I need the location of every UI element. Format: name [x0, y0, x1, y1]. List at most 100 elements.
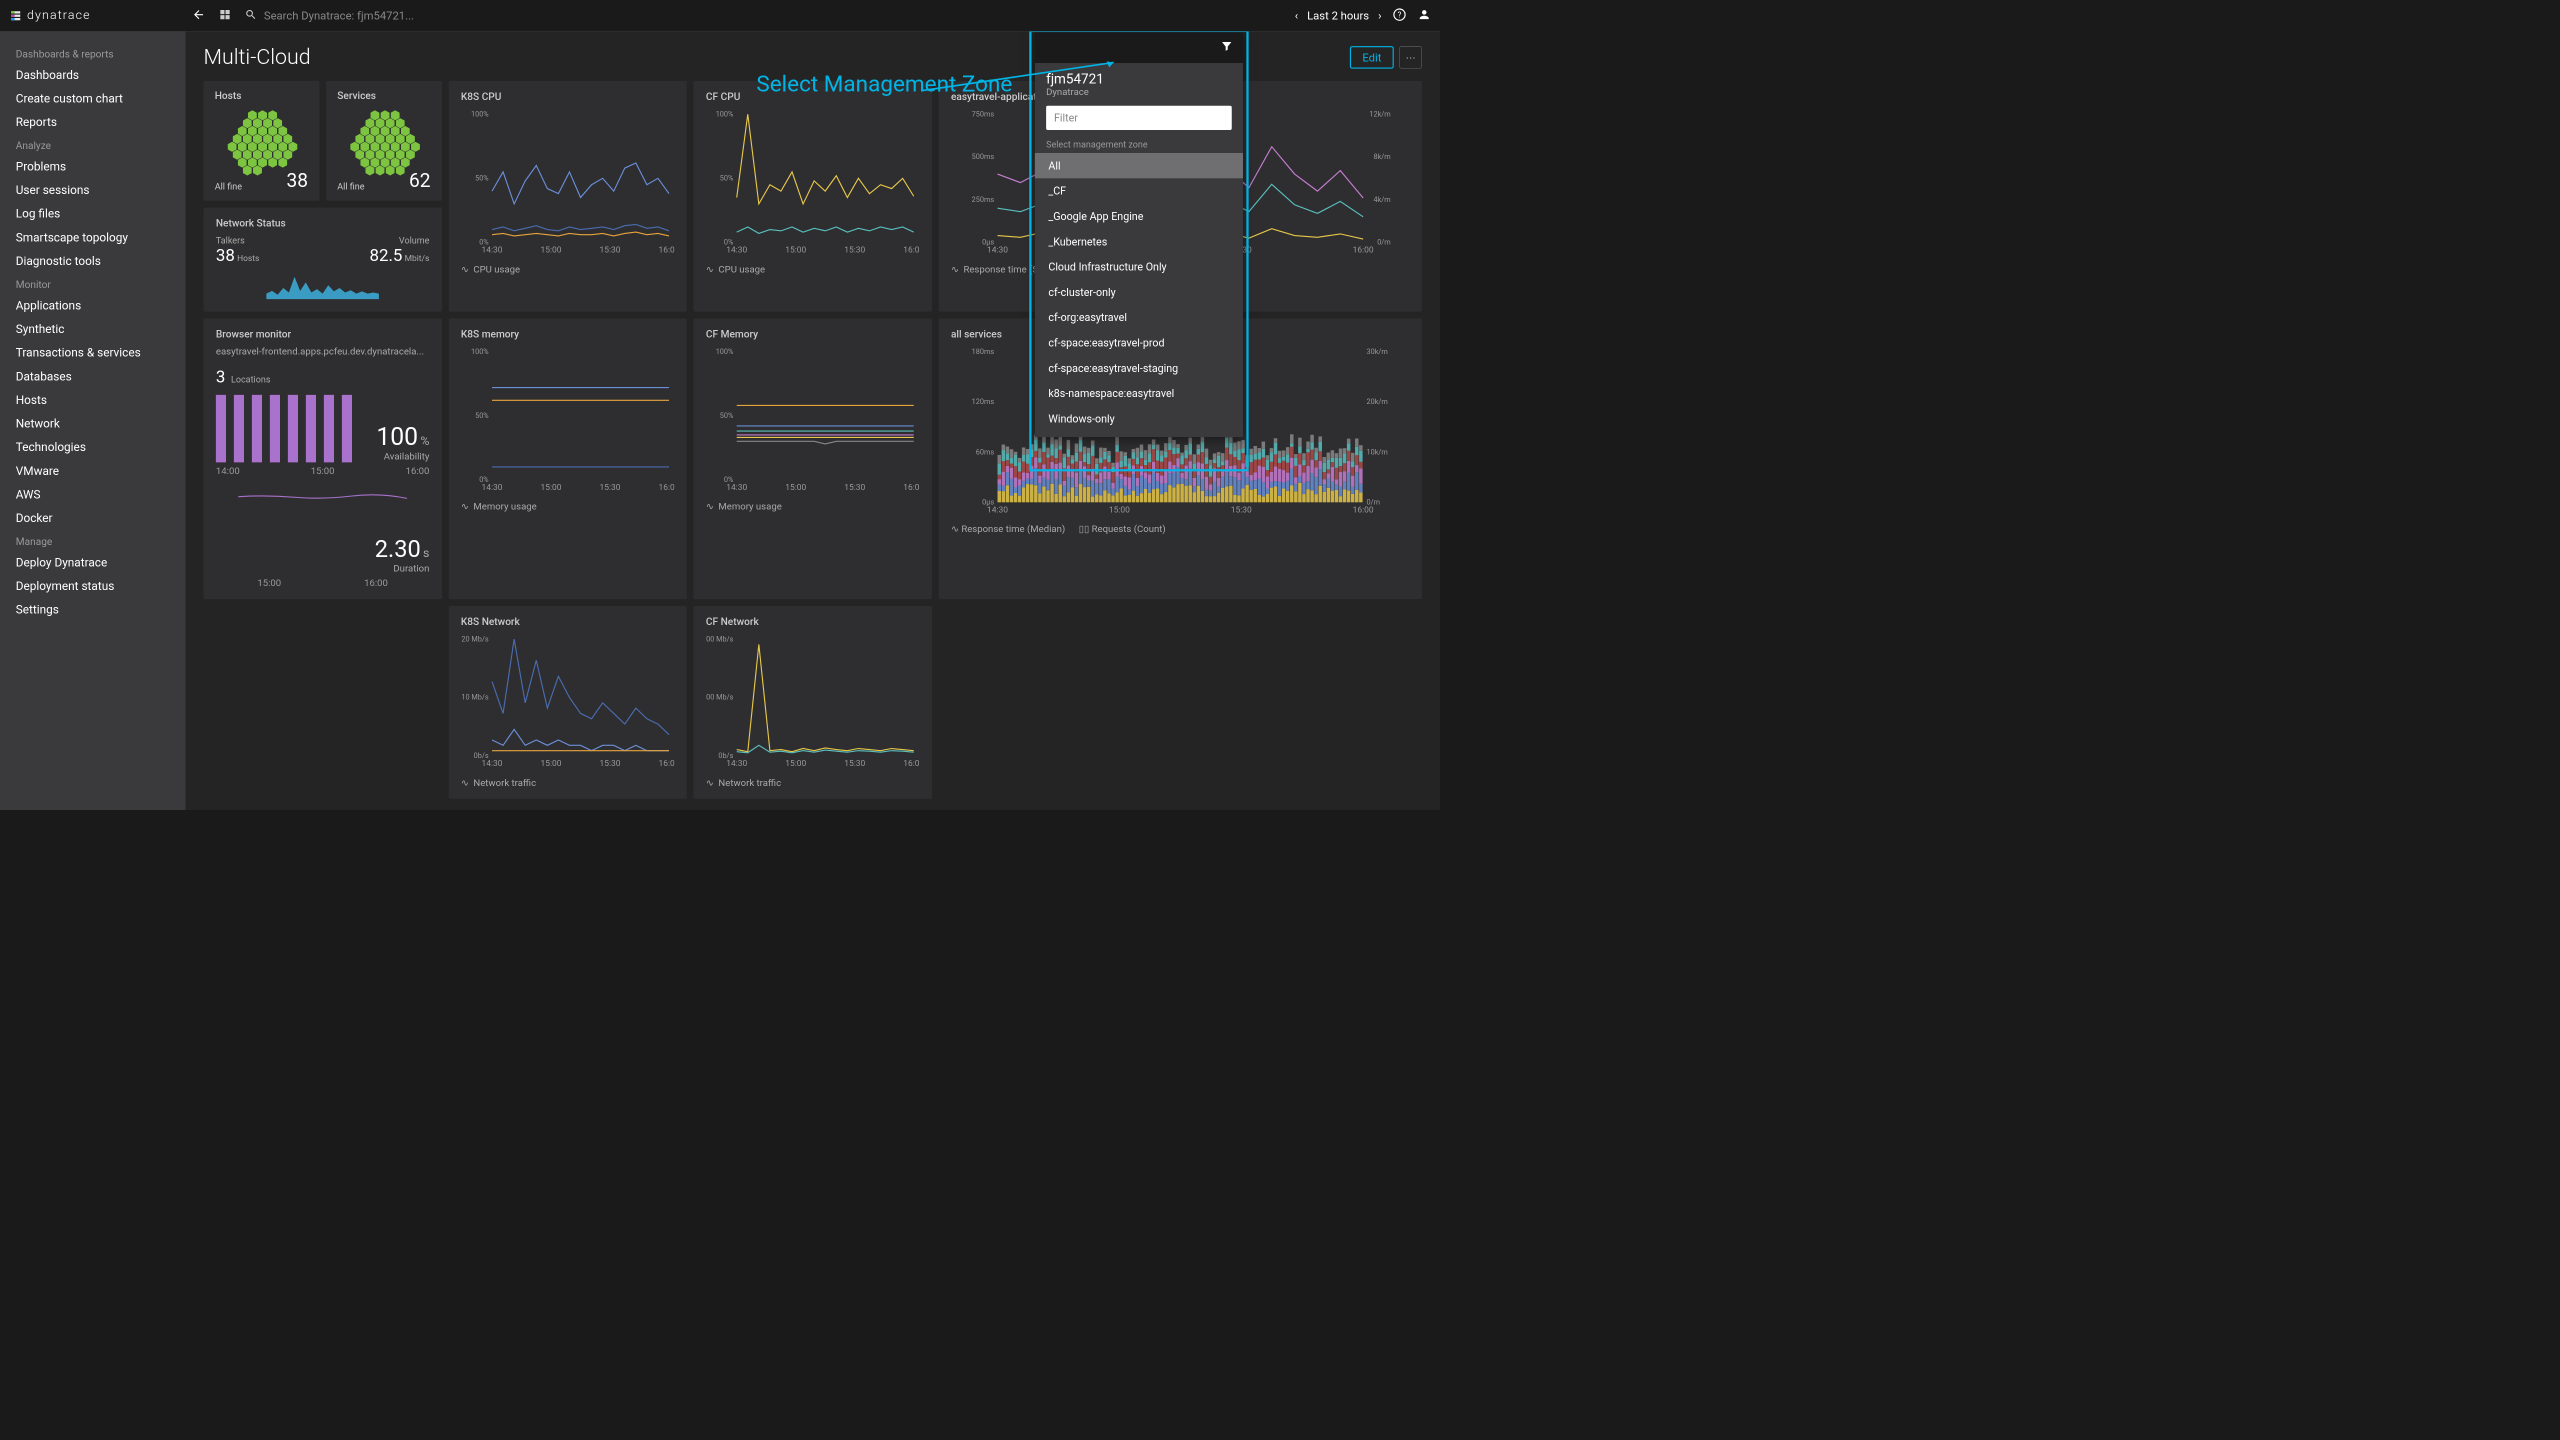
svg-text:15:30: 15:30	[599, 245, 620, 254]
hosts-status: All fine	[215, 181, 242, 192]
time-prev-icon[interactable]: ‹	[1295, 9, 1298, 23]
edit-button[interactable]: Edit	[1350, 46, 1394, 69]
svg-text:15:00: 15:00	[540, 483, 561, 492]
svg-text:30k/m: 30k/m	[1367, 347, 1388, 356]
trend-icon: ∿	[951, 264, 959, 275]
tile-hosts-title: Hosts	[215, 90, 308, 102]
mz-item[interactable]: Cloud Infrastructure Only	[1046, 254, 1232, 279]
mz-item[interactable]: cf-cluster-only	[1046, 280, 1232, 305]
svg-text:15:30: 15:30	[844, 245, 865, 254]
nav-item[interactable]: VMware	[0, 460, 186, 484]
nav-item[interactable]: User sessions	[0, 179, 186, 203]
mz-item[interactable]: _CF	[1046, 178, 1232, 203]
mz-item[interactable]: _Google App Engine	[1046, 204, 1232, 229]
network-title: Network Status	[216, 218, 430, 230]
svg-text:8k/m: 8k/m	[1374, 152, 1391, 161]
svg-text:16:00: 16:00	[1353, 505, 1374, 514]
mz-item[interactable]: cf-org:easytravel	[1046, 305, 1232, 330]
tile-cf-cpu[interactable]: CF CPU 0%50%100%14:3015:0015:3016:00 ∿CP…	[694, 81, 932, 312]
tile-network-status[interactable]: Network Status Talkers 38 Hosts Volume 8…	[204, 208, 442, 312]
tile-browser-monitor[interactable]: Browser monitor easytravel-frontend.apps…	[204, 318, 442, 599]
svg-text:15:30: 15:30	[599, 483, 620, 492]
trend-icon: ∿	[461, 777, 469, 788]
svg-text:100%: 100%	[471, 347, 489, 356]
svg-text:100%: 100%	[716, 347, 734, 356]
nav-item[interactable]: Transactions & services	[0, 341, 186, 365]
nav-item[interactable]: Settings	[0, 599, 186, 623]
help-icon[interactable]: ?	[1393, 8, 1407, 24]
chart-k8s-memory: 0%50%100%14:3015:0015:3016:00	[461, 346, 675, 492]
svg-text:500ms: 500ms	[972, 152, 995, 161]
svg-text:16:00: 16:00	[658, 759, 674, 768]
search-input[interactable]	[264, 9, 489, 23]
chart-k8s-cpu: 0%50%100%14:3015:0015:3016:00	[461, 109, 675, 255]
bars-icon: ▯▯	[1079, 524, 1090, 535]
nav-item[interactable]: Log files	[0, 203, 186, 227]
tile-k8s-memory[interactable]: K8S memory 0%50%100%14:3015:0015:3016:00…	[449, 318, 687, 599]
nav-item[interactable]: Deployment status	[0, 575, 186, 599]
mz-item[interactable]: _Kubernetes	[1046, 229, 1232, 254]
search-icon[interactable]	[245, 8, 257, 23]
nav-group-monitor: Monitor	[0, 273, 186, 294]
mz-item[interactable]: Windows-only	[1046, 406, 1232, 431]
nav-group-analyze: Analyze	[0, 134, 186, 155]
nav-item[interactable]: Diagnostic tools	[0, 250, 186, 274]
user-icon[interactable]	[1418, 8, 1432, 24]
talkers-label: Talkers	[216, 235, 260, 246]
nav-item[interactable]: AWS	[0, 483, 186, 507]
chart-cf-memory: 0%50%100%14:3015:0015:3016:00	[706, 346, 920, 492]
svg-text:100%: 100%	[716, 110, 734, 119]
tile-cf-memory[interactable]: CF Memory 0%50%100%14:3015:0015:3016:00 …	[694, 318, 932, 599]
svg-text:16:00: 16:00	[658, 483, 674, 492]
svg-text:20 Mb/s: 20 Mb/s	[461, 634, 488, 643]
chart-cf-network: 0b/s100 Mb/s200 Mb/s14:3015:0015:3016:00	[706, 633, 920, 768]
nav-item[interactable]: Databases	[0, 365, 186, 389]
svg-text:15:30: 15:30	[1231, 505, 1252, 514]
mz-item[interactable]: k8s-namespace:easytravel	[1046, 381, 1232, 406]
nav-item[interactable]: Dashboards	[0, 64, 186, 88]
trend-icon: ∿	[461, 501, 469, 512]
nav-item[interactable]: Applications	[0, 294, 186, 318]
mz-item[interactable]: All	[1035, 153, 1243, 178]
services-count: 62	[409, 169, 430, 192]
nav-item[interactable]: Hosts	[0, 389, 186, 413]
svg-text:100 Mb/s: 100 Mb/s	[706, 693, 734, 702]
svg-text:15:30: 15:30	[844, 483, 865, 492]
nav-item[interactable]: Deploy Dynatrace	[0, 551, 186, 575]
nav-item[interactable]: Docker	[0, 507, 186, 531]
brand-text: dynatrace	[27, 8, 91, 22]
mz-subtitle: Dynatrace	[1046, 87, 1232, 98]
mz-item[interactable]: cf-space:easytravel-staging	[1046, 356, 1232, 381]
tile-hosts[interactable]: Hosts All fine38	[204, 81, 320, 201]
tile-services[interactable]: Services All fine62	[326, 81, 442, 201]
svg-text:15:30: 15:30	[599, 759, 620, 768]
mz-item[interactable]: cf-space:easytravel-prod	[1046, 330, 1232, 355]
back-arrow-icon[interactable]	[192, 8, 206, 24]
nav-item[interactable]: Smartscape topology	[0, 226, 186, 250]
nav-item[interactable]: Reports	[0, 111, 186, 135]
svg-text:14:30: 14:30	[726, 759, 747, 768]
tile-k8s-network[interactable]: K8S Network 0b/s10 Mb/s20 Mb/s14:3015:00…	[449, 606, 687, 799]
trend-icon: ∿	[706, 777, 714, 788]
svg-text:20k/m: 20k/m	[1367, 397, 1388, 406]
time-range[interactable]: Last 2 hours	[1307, 9, 1369, 23]
nav-item[interactable]: Create custom chart	[0, 87, 186, 111]
talkers-value: 38	[216, 246, 235, 266]
nav-item[interactable]: Network	[0, 412, 186, 436]
svg-text:?: ?	[1398, 10, 1402, 19]
more-button[interactable]: ⋯	[1400, 46, 1423, 69]
time-next-icon[interactable]: ›	[1378, 9, 1381, 23]
tile-cf-network[interactable]: CF Network 0b/s100 Mb/s200 Mb/s14:3015:0…	[694, 606, 932, 799]
mz-filter-input[interactable]	[1046, 106, 1232, 130]
grid-icon[interactable]	[219, 8, 231, 23]
network-sparkline	[216, 266, 430, 300]
tile-k8s-cpu[interactable]: K8S CPU 0%50%100%14:3015:0015:3016:00 ∿C…	[449, 81, 687, 312]
svg-text:50%: 50%	[475, 411, 489, 420]
volume-label: Volume	[370, 235, 430, 246]
funnel-icon[interactable]	[1221, 40, 1233, 55]
nav-item[interactable]: Problems	[0, 155, 186, 179]
svg-text:14:30: 14:30	[987, 505, 1008, 514]
nav-item[interactable]: Technologies	[0, 436, 186, 460]
brand-logo[interactable]: dynatrace	[9, 8, 91, 22]
nav-item[interactable]: Synthetic	[0, 318, 186, 342]
